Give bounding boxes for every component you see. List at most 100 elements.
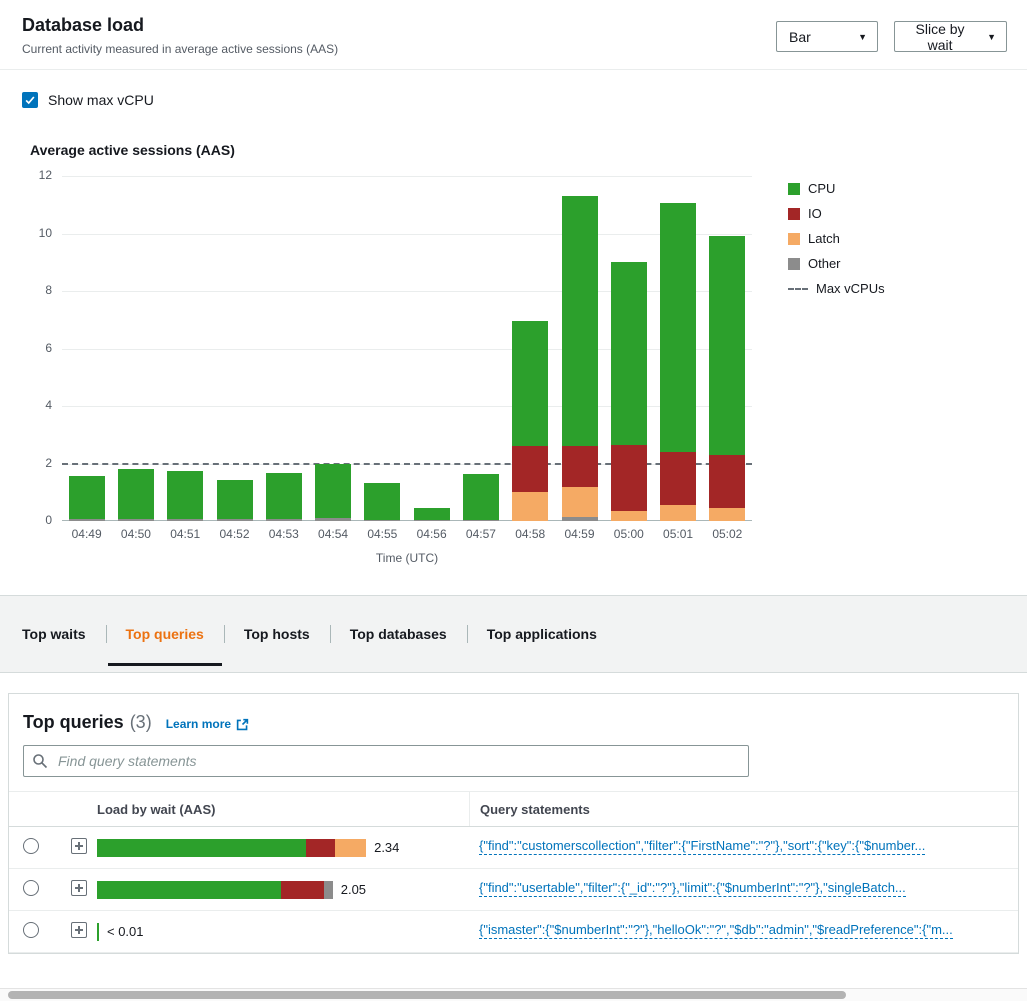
bar-segment-other[interactable]	[315, 518, 351, 521]
load-bar	[97, 923, 99, 941]
legend-swatch-icon	[788, 258, 800, 270]
bar-segment-cpu[interactable]	[118, 469, 154, 519]
bar-segment-other[interactable]	[414, 520, 450, 521]
x-tick-label: 04:58	[506, 527, 555, 541]
tab-top-databases[interactable]: Top databases	[330, 596, 467, 672]
show-max-vcpu-row: Show max vCPU	[22, 92, 1027, 108]
expand-row-icon[interactable]	[71, 838, 87, 854]
bar-segment-cpu[interactable]	[364, 483, 400, 520]
chart-legend: CPU IO Latch Other Max vCPUs	[788, 176, 885, 521]
bar-segment-io[interactable]	[709, 455, 745, 508]
panel-header: Top queries(3) Learn more	[9, 694, 1018, 743]
row-radio[interactable]	[23, 922, 39, 938]
legend-label: CPU	[808, 181, 835, 196]
bar-segment-cpu[interactable]	[562, 196, 598, 446]
chevron-down-icon: ▼	[858, 32, 867, 42]
x-tick-label: 04:55	[358, 527, 407, 541]
bar-segment-cpu[interactable]	[266, 473, 302, 519]
load-segment-cpu	[97, 923, 99, 941]
x-tick-label: 04:51	[161, 527, 210, 541]
x-tick-label: 04:56	[407, 527, 456, 541]
query-statement-link[interactable]: {"find":"usertable","filter":{"_id":"?"}…	[479, 879, 906, 897]
tab-top-queries[interactable]: Top queries	[106, 596, 224, 672]
legend-item-io: IO	[788, 206, 885, 221]
tab-top-applications[interactable]: Top applications	[467, 596, 617, 672]
load-segment-cpu	[97, 881, 281, 899]
bar-segment-other[interactable]	[562, 517, 598, 521]
bar-segment-cpu[interactable]	[512, 321, 548, 446]
bar-segment-io[interactable]	[660, 452, 696, 505]
external-link-icon	[236, 718, 249, 731]
legend-item-cpu: CPU	[788, 181, 885, 196]
bar-segment-cpu[interactable]	[660, 203, 696, 452]
bar-segment-cpu[interactable]	[611, 262, 647, 445]
search-input[interactable]	[23, 745, 749, 777]
bar-segment-other[interactable]	[69, 519, 105, 521]
bar-segment-latch[interactable]	[611, 511, 647, 521]
legend-item-latch: Latch	[788, 231, 885, 246]
bar-segment-cpu[interactable]	[217, 480, 253, 519]
tab-top-hosts[interactable]: Top hosts	[224, 596, 330, 672]
bar-segment-cpu[interactable]	[167, 471, 203, 519]
x-tick-label: 04:50	[111, 527, 160, 541]
gridline	[62, 176, 752, 177]
y-tick-label: 4	[16, 398, 52, 412]
bar-segment-cpu[interactable]	[463, 474, 499, 519]
bar-segment-io[interactable]	[562, 446, 598, 486]
load-bar	[97, 839, 366, 857]
legend-label: Other	[808, 256, 841, 271]
y-tick-label: 12	[16, 168, 52, 182]
slice-by-select[interactable]: Slice by wait ▼	[894, 21, 1007, 52]
bar-segment-io[interactable]	[611, 445, 647, 511]
bar-segment-latch[interactable]	[709, 508, 745, 521]
learn-more-label: Learn more	[166, 717, 231, 731]
x-axis-title: Time (UTC)	[62, 551, 752, 565]
bar-segment-other[interactable]	[167, 519, 203, 521]
table-body: 2.34{"find":"customerscollection","filte…	[9, 827, 1018, 953]
top-queries-panel: Top queries(3) Learn more Load by wait (…	[8, 693, 1019, 954]
dimension-tabs: Top waits Top queries Top hosts Top data…	[0, 595, 1027, 673]
table-header: Load by wait (AAS) Query statements	[9, 791, 1018, 827]
bar-segment-latch[interactable]	[512, 492, 548, 521]
legend-label: Latch	[808, 231, 840, 246]
x-tick-label: 05:02	[703, 527, 752, 541]
bar-segment-latch[interactable]	[660, 505, 696, 521]
x-tick-label: 04:59	[555, 527, 604, 541]
y-tick-label: 2	[16, 456, 52, 470]
column-header-query: Query statements	[469, 792, 1004, 826]
bar-segment-other[interactable]	[364, 520, 400, 521]
table-row: 2.34{"find":"customerscollection","filte…	[9, 827, 1018, 869]
bar-segment-other[interactable]	[266, 519, 302, 521]
row-radio[interactable]	[23, 880, 39, 896]
load-segment-other	[324, 881, 333, 899]
bar-segment-io[interactable]	[512, 446, 548, 492]
expand-row-icon[interactable]	[71, 922, 87, 938]
legend-label: Max vCPUs	[816, 281, 885, 296]
bar-segment-cpu[interactable]	[315, 464, 351, 518]
y-tick-label: 10	[16, 226, 52, 240]
bar-segment-cpu[interactable]	[414, 508, 450, 520]
bar-segment-cpu[interactable]	[709, 236, 745, 455]
query-statement-link[interactable]: {"find":"customerscollection","filter":{…	[479, 837, 925, 855]
slice-by-value: Slice by wait	[907, 21, 973, 53]
x-axis-ticks: 04:4904:5004:5104:5204:5304:5404:5504:56…	[62, 527, 752, 543]
horizontal-scrollbar[interactable]	[0, 988, 1027, 1001]
bar-segment-latch[interactable]	[562, 487, 598, 517]
learn-more-link[interactable]: Learn more	[166, 717, 249, 731]
y-tick-label: 0	[16, 513, 52, 527]
query-statement-link[interactable]: {"ismaster":{"$numberInt":"?"},"helloOk"…	[479, 921, 953, 939]
view-type-value: Bar	[789, 29, 811, 45]
bar-segment-other[interactable]	[463, 520, 499, 521]
scrollbar-thumb[interactable]	[8, 991, 846, 999]
tab-top-waits[interactable]: Top waits	[2, 596, 106, 672]
row-radio[interactable]	[23, 838, 39, 854]
expand-row-icon[interactable]	[71, 880, 87, 896]
view-type-select[interactable]: Bar ▼	[776, 21, 878, 52]
x-tick-label: 04:57	[456, 527, 505, 541]
bar-segment-other[interactable]	[217, 519, 253, 521]
show-max-vcpu-checkbox[interactable]	[22, 92, 38, 108]
bar-segment-other[interactable]	[118, 519, 154, 521]
bar-segment-cpu[interactable]	[69, 476, 105, 519]
checkmark-icon	[24, 94, 36, 106]
x-tick-label: 04:49	[62, 527, 111, 541]
